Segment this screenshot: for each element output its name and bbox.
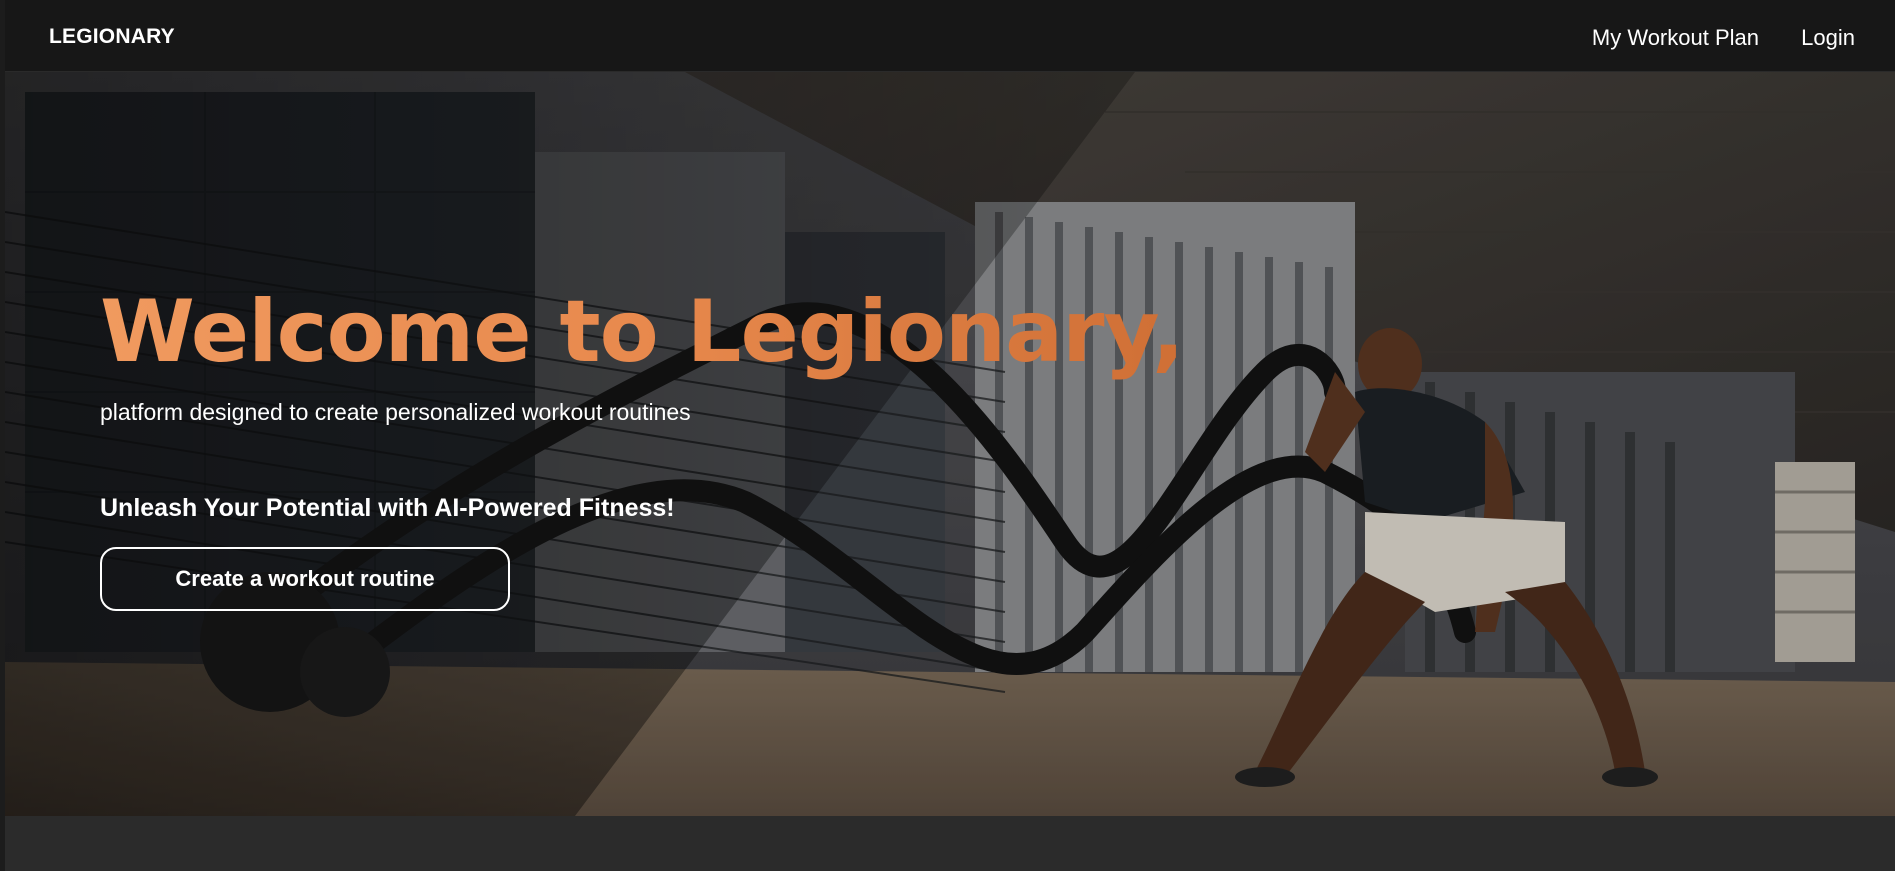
hero-background-image — [5, 72, 1895, 816]
brand-logo[interactable]: LEGIONARY — [49, 25, 175, 49]
hero-tagline: Unleash Your Potential with AI-Powered F… — [100, 494, 675, 522]
hero-subtitle: platform designed to create personalized… — [100, 399, 691, 425]
page-bottom-band — [5, 816, 1895, 871]
hero-section: Welcome to Legionary, platform designed … — [5, 72, 1895, 816]
hero-title: Welcome to Legionary, — [100, 282, 1185, 382]
nav-link-login[interactable]: Login — [1801, 25, 1855, 51]
create-workout-routine-button[interactable]: Create a workout routine — [100, 547, 510, 611]
nav-link-my-workout-plan[interactable]: My Workout Plan — [1592, 25, 1759, 51]
navbar: LEGIONARY My Workout Plan Login — [5, 0, 1895, 72]
page: LEGIONARY My Workout Plan Login Welcome … — [0, 0, 1895, 871]
